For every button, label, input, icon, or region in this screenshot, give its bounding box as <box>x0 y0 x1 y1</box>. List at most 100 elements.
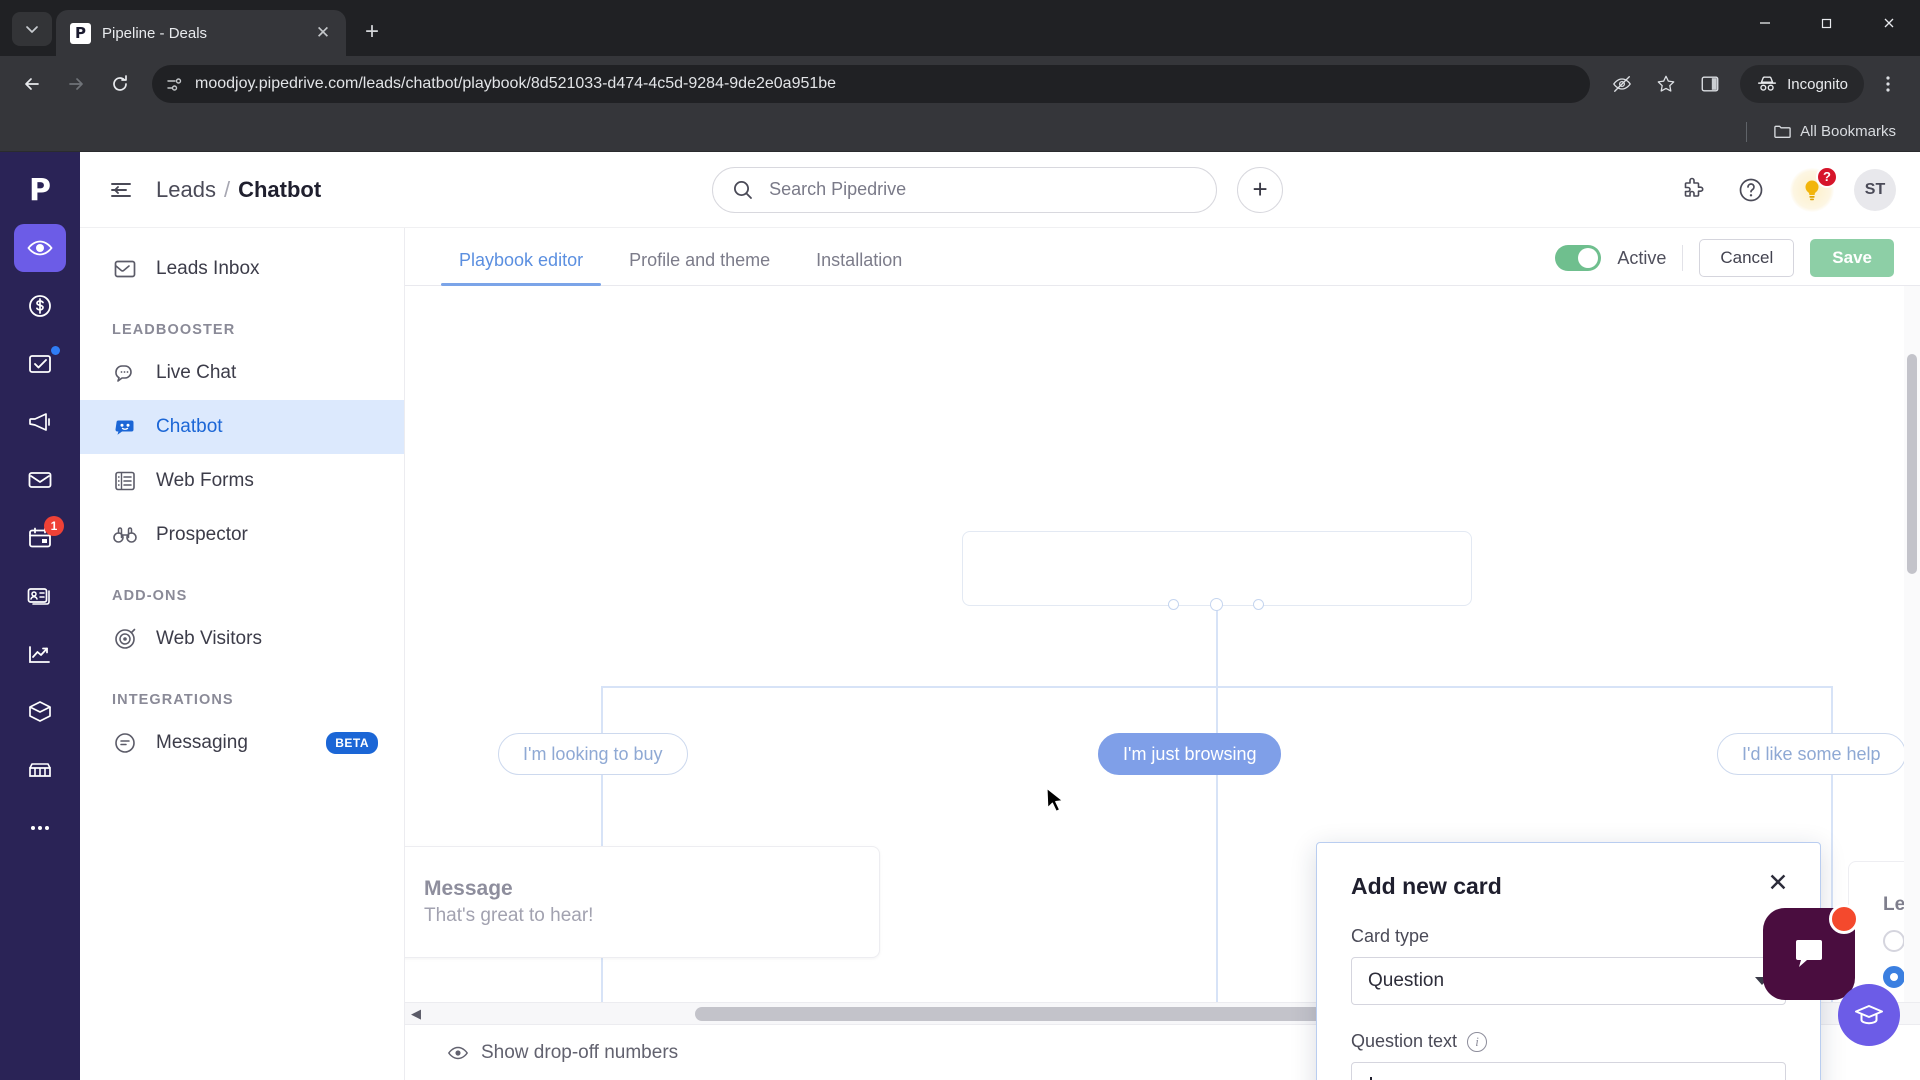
message-icon <box>112 730 138 756</box>
rail-item-more[interactable] <box>14 804 66 852</box>
whats-new-button[interactable]: ? <box>1790 165 1838 212</box>
rail-item-campaigns[interactable] <box>14 398 66 446</box>
collapse-sidebar-button[interactable] <box>104 173 138 207</box>
sidebar-item-web-forms[interactable]: Web Forms <box>80 454 404 508</box>
window-maximize-button[interactable] <box>1796 0 1858 46</box>
option-pill-looking-to-buy[interactable]: I'm looking to buy <box>498 733 688 775</box>
breadcrumb-parent[interactable]: Leads <box>156 177 216 203</box>
modal-close-icon[interactable]: ✕ <box>1764 869 1792 897</box>
radio-button[interactable] <box>1883 966 1905 988</box>
rail-item-leads[interactable] <box>14 224 66 272</box>
hide-password-icon[interactable] <box>1602 64 1642 104</box>
playbook-canvas[interactable]: I'm looking to buy I'm just browsing I'd… <box>405 286 1920 1080</box>
search-input[interactable]: Search Pipedrive <box>712 166 1218 213</box>
info-icon[interactable]: i <box>1467 1031 1488 1052</box>
modal-title: Add new card <box>1351 873 1502 899</box>
campaigns-icon <box>29 413 50 431</box>
activities-icon <box>29 355 51 373</box>
active-toggle[interactable] <box>1555 245 1602 271</box>
marketplace-icon <box>29 763 51 777</box>
rail-item-deals[interactable] <box>14 282 66 330</box>
editor-tabbar: Playbook editor Profile and theme Instal… <box>405 228 1920 286</box>
option-pill-like-some-help[interactable]: I'd like some help <box>1717 733 1906 775</box>
sidebar-item-live-chat[interactable]: Live Chat <box>80 346 404 400</box>
flow-node-top[interactable] <box>962 531 1472 606</box>
sidebar-item-web-visitors[interactable]: Web Visitors <box>80 612 404 666</box>
tab-playbook-editor[interactable]: Playbook editor <box>441 250 602 286</box>
reload-button[interactable] <box>100 64 140 104</box>
bookmark-star-icon[interactable] <box>1646 64 1686 104</box>
tab-close-icon[interactable]: ✕ <box>310 20 336 46</box>
forward-button[interactable] <box>56 64 96 104</box>
option-pill-just-browsing[interactable]: I'm just browsing <box>1098 733 1282 775</box>
scroll-left-arrow[interactable]: ◀ <box>405 1006 427 1022</box>
sidebar-item-label: Messaging <box>156 732 248 753</box>
question-text-input[interactable]: B I <box>1351 1062 1786 1080</box>
browser-window: P Pipeline - Deals ✕ + moodjoy.pipedrive… <box>0 0 1920 1080</box>
rail-item-activities[interactable] <box>14 340 66 388</box>
pipedrive-app: P 1 Leads / Chatbot Search Pipedrive + ?… <box>0 152 1920 1080</box>
incognito-label: Incognito <box>1787 75 1848 93</box>
tab-search-button[interactable] <box>12 12 52 46</box>
incognito-indicator[interactable]: Incognito <box>1740 65 1864 103</box>
all-bookmarks-button[interactable]: All Bookmarks <box>1765 118 1904 145</box>
incognito-icon <box>1758 76 1777 91</box>
breadcrumb: Leads / Chatbot <box>156 177 321 203</box>
rail-item-contacts[interactable] <box>14 572 66 620</box>
chrome-menu-icon[interactable] <box>1868 64 1908 104</box>
flow-port-right <box>1253 599 1264 610</box>
rail-item-products[interactable] <box>14 688 66 736</box>
more-icon <box>31 826 49 830</box>
card-type-select[interactable]: Question <box>1351 957 1786 1005</box>
app-header: Leads / Chatbot Search Pipedrive + ? ST <box>80 152 1920 228</box>
chat-widget-button[interactable] <box>1763 904 1859 1000</box>
add-new-button[interactable]: + <box>1237 166 1284 213</box>
radio-button[interactable] <box>1883 930 1905 952</box>
new-tab-button[interactable]: + <box>354 14 390 50</box>
flow-junction-dot <box>1210 598 1223 611</box>
sidebar-item-messaging[interactable]: Messaging BETA <box>80 716 404 770</box>
header-center: Search Pipedrive + <box>339 166 1656 213</box>
save-button[interactable]: Save <box>1810 239 1894 277</box>
window-close-button[interactable] <box>1858 0 1920 46</box>
rail-item-insights[interactable] <box>14 630 66 678</box>
add-new-card-modal[interactable]: Add new card ✕ Card type Question Questi… <box>1316 842 1821 1080</box>
window-controls <box>1734 0 1920 46</box>
sidebar-item-prospector[interactable]: Prospector <box>80 508 404 562</box>
card-type-value: Question <box>1368 970 1445 991</box>
sidebar-item-chatbot[interactable]: Chatbot <box>80 400 404 454</box>
window-minimize-button[interactable] <box>1734 0 1796 46</box>
address-bar[interactable]: moodjoy.pipedrive.com/leads/chatbot/play… <box>152 65 1591 103</box>
card-type-label: Card type <box>1351 926 1430 946</box>
browser-tab[interactable]: P Pipeline - Deals ✕ <box>56 10 346 56</box>
sidebar-item-leads-inbox[interactable]: Leads Inbox <box>80 242 404 296</box>
vertical-scroll-thumb[interactable] <box>1907 354 1917 574</box>
flow-card-message[interactable]: Message That's great to hear! <box>405 846 880 958</box>
show-dropoff-label: Show drop-off numbers <box>481 1041 679 1063</box>
whats-new-badge: ? <box>1816 165 1838 188</box>
apps-puzzle-icon[interactable] <box>1674 171 1712 209</box>
site-settings-icon[interactable] <box>166 76 183 93</box>
canvas-vertical-scrollbar[interactable] <box>1904 286 1920 1002</box>
rail-item-calendar[interactable]: 1 <box>14 514 66 562</box>
back-button[interactable] <box>12 64 52 104</box>
sidebar-item-label: Chatbot <box>156 416 223 437</box>
binoculars-icon <box>112 522 138 548</box>
flow-card-title: Message <box>424 877 513 900</box>
tab-profile-and-theme[interactable]: Profile and theme <box>611 250 788 285</box>
address-bar-url: moodjoy.pipedrive.com/leads/chatbot/play… <box>195 75 837 92</box>
academy-button[interactable] <box>1838 984 1900 1046</box>
toggle-knob <box>1578 248 1599 268</box>
pipedrive-logo[interactable]: P <box>16 166 64 214</box>
show-dropoff-numbers-button[interactable]: Show drop-off numbers <box>447 1042 678 1064</box>
tab-installation[interactable]: Installation <box>798 250 920 285</box>
rail-item-marketplace[interactable] <box>14 746 66 794</box>
cancel-button[interactable]: Cancel <box>1699 239 1795 277</box>
side-panel-icon[interactable] <box>1690 64 1730 104</box>
help-icon[interactable] <box>1732 171 1770 209</box>
radar-icon <box>112 626 138 652</box>
actions-divider <box>1682 245 1684 271</box>
rail-item-mail[interactable] <box>14 456 66 504</box>
products-icon <box>29 701 51 722</box>
avatar[interactable]: ST <box>1854 168 1896 211</box>
